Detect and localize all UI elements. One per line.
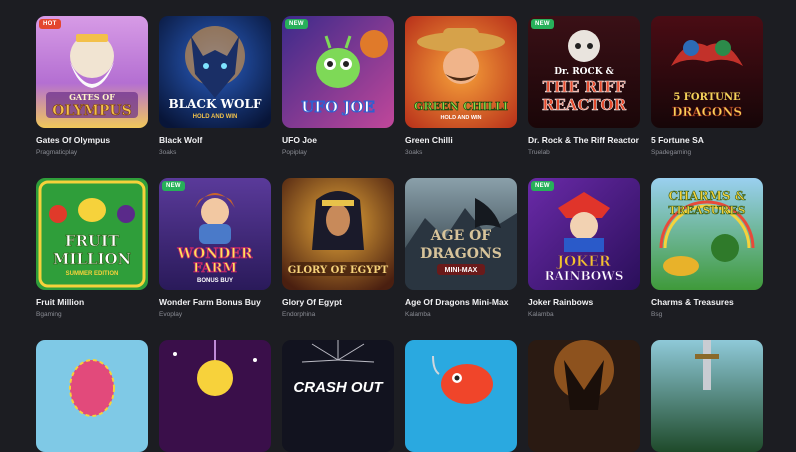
game-logo-text: SUMMER EDITION: [66, 271, 119, 277]
game-logo-text: OLYMPUS: [52, 103, 131, 119]
game-logo-text: BONUS BUY: [197, 278, 233, 284]
game-logo-text: DRAGONS: [672, 105, 742, 119]
game-logo-text: CHARMS &: [668, 189, 745, 203]
game-logo-text: GREEN CHILLI: [414, 100, 508, 113]
game-logo-text: REACTOR: [542, 96, 627, 114]
game-card[interactable]: [405, 340, 517, 452]
game-thumbnail[interactable]: FRUIT MILLION SUMMER EDITION: [36, 178, 148, 290]
game-thumbnail[interactable]: HOT GATES OF OLYMPUS: [36, 16, 148, 128]
game-logo-text: 5 FORTUNE: [673, 92, 741, 103]
game-thumbnail[interactable]: [36, 340, 148, 452]
game-logo-text: TREASURES: [668, 204, 745, 217]
game-logo-text: MILLION: [53, 250, 132, 268]
game-card[interactable]: CRASH OUT: [282, 340, 394, 452]
game-thumbnail[interactable]: CHARMS & TREASURES: [651, 178, 763, 290]
game-card[interactable]: [651, 340, 763, 452]
game-logo-text: CRASH OUT: [293, 379, 384, 396]
game-card[interactable]: NEW UFO JOE UFO Joe Popiplay: [282, 16, 394, 178]
game-provider: Kalamba: [528, 311, 554, 318]
game-logo-text: HOLD AND WIN: [193, 114, 238, 120]
game-provider: Bgaming: [36, 311, 62, 318]
game-thumbnail[interactable]: [528, 340, 640, 452]
game-provider: Bsg: [651, 311, 663, 318]
game-grid: HOT GATES OF OLYMPUS Gates Of Olympus Pr…: [0, 0, 796, 452]
game-logo-text: UFO JOE: [301, 98, 375, 116]
game-card[interactable]: AGE OF DRAGONS MINI-MAX Age Of Dragons M…: [405, 178, 517, 340]
game-logo-text: RAINBOWS: [545, 269, 624, 283]
game-card[interactable]: BLACK WOLF HOLD AND WIN Black Wolf 3oaks: [159, 16, 271, 178]
game-logo-text: HOLD AND WIN: [440, 115, 481, 121]
game-thumbnail[interactable]: [405, 340, 517, 452]
game-provider: Endorphina: [282, 311, 316, 318]
game-logo-text: DRAGONS: [420, 246, 502, 262]
game-thumbnail[interactable]: [651, 340, 763, 452]
game-title[interactable]: Green Chilli: [405, 135, 517, 145]
game-thumbnail[interactable]: BLACK WOLF HOLD AND WIN: [159, 16, 271, 128]
game-thumbnail[interactable]: CRASH OUT: [282, 340, 394, 452]
game-thumbnail[interactable]: GLORY OF EGYPT: [282, 178, 394, 290]
game-card[interactable]: [159, 340, 271, 452]
game-thumbnail[interactable]: NEW UFO JOE: [282, 16, 394, 128]
game-thumbnail[interactable]: 5 FORTUNE DRAGONS: [651, 16, 763, 128]
game-provider: Evoplay: [159, 311, 183, 318]
game-title[interactable]: Age Of Dragons Mini-Max: [405, 297, 517, 307]
game-provider: Kalamba: [405, 311, 431, 318]
game-thumbnail[interactable]: NEW Dr. ROCK & THE RIFF REACTOR: [528, 16, 640, 128]
game-provider: 3oaks: [405, 149, 423, 156]
game-thumbnail[interactable]: NEW JOKER RAINBOWS: [528, 178, 640, 290]
game-title[interactable]: Gates Of Olympus: [36, 135, 148, 145]
game-title[interactable]: Glory Of Egypt: [282, 297, 394, 307]
game-logo-text: GATES OF: [69, 92, 115, 102]
game-title[interactable]: 5 Fortune SA: [651, 135, 763, 145]
game-logo-text: WONDER: [176, 246, 253, 262]
game-thumbnail[interactable]: [159, 340, 271, 452]
game-card[interactable]: 5 FORTUNE DRAGONS 5 Fortune SA Spadegami…: [651, 16, 763, 178]
game-title[interactable]: Wonder Farm Bonus Buy: [159, 297, 271, 307]
game-logo-text: AGE OF: [430, 228, 492, 244]
game-thumbnail[interactable]: AGE OF DRAGONS MINI-MAX: [405, 178, 517, 290]
game-logo-text: MINI-MAX: [445, 267, 478, 274]
game-title[interactable]: Dr. Rock & The Riff Reactor: [528, 135, 640, 145]
game-title[interactable]: Joker Rainbows: [528, 297, 640, 307]
game-provider: Pragmaticplay: [36, 149, 78, 156]
game-provider: 3oaks: [159, 149, 177, 156]
game-logo-text: Dr. ROCK &: [554, 67, 614, 77]
game-card[interactable]: HOT GATES OF OLYMPUS Gates Of Olympus Pr…: [36, 16, 148, 178]
game-provider: Spadegaming: [651, 149, 692, 156]
game-thumbnail[interactable]: NEW WONDER FARM BONUS BUY: [159, 178, 271, 290]
game-logo-text: GLORY OF EGYPT: [288, 265, 389, 276]
game-card[interactable]: GLORY OF EGYPT Glory Of Egypt Endorphina: [282, 178, 394, 340]
game-card[interactable]: GREEN CHILLI HOLD AND WIN Green Chilli 3…: [405, 16, 517, 178]
game-provider: Popiplay: [282, 149, 307, 156]
game-title[interactable]: Charms & Treasures: [651, 297, 763, 307]
game-title[interactable]: Black Wolf: [159, 135, 271, 145]
game-title[interactable]: UFO Joe: [282, 135, 394, 145]
game-card[interactable]: NEW WONDER FARM BONUS BUY Wonder Farm Bo…: [159, 178, 271, 340]
game-logo-text: BLACK WOLF: [169, 97, 262, 111]
game-logo-text: THE RIFF: [543, 78, 626, 96]
game-card[interactable]: [36, 340, 148, 452]
game-provider: Truelab: [528, 149, 550, 156]
game-card[interactable]: CHARMS & TREASURES Charms & Treasures Bs…: [651, 178, 763, 340]
game-card[interactable]: NEW JOKER RAINBOWS Joker Rainbows Kalamb…: [528, 178, 640, 340]
game-logo-text: FRUIT: [65, 232, 120, 250]
game-card[interactable]: [528, 340, 640, 452]
game-title[interactable]: Fruit Million: [36, 297, 148, 307]
game-card[interactable]: FRUIT MILLION SUMMER EDITION Fruit Milli…: [36, 178, 148, 340]
game-logo-text: FARM: [193, 261, 237, 276]
game-logo-text: JOKER: [555, 254, 611, 270]
game-thumbnail[interactable]: GREEN CHILLI HOLD AND WIN: [405, 16, 517, 128]
game-card[interactable]: NEW Dr. ROCK & THE RIFF REACTOR Dr. Rock…: [528, 16, 640, 178]
